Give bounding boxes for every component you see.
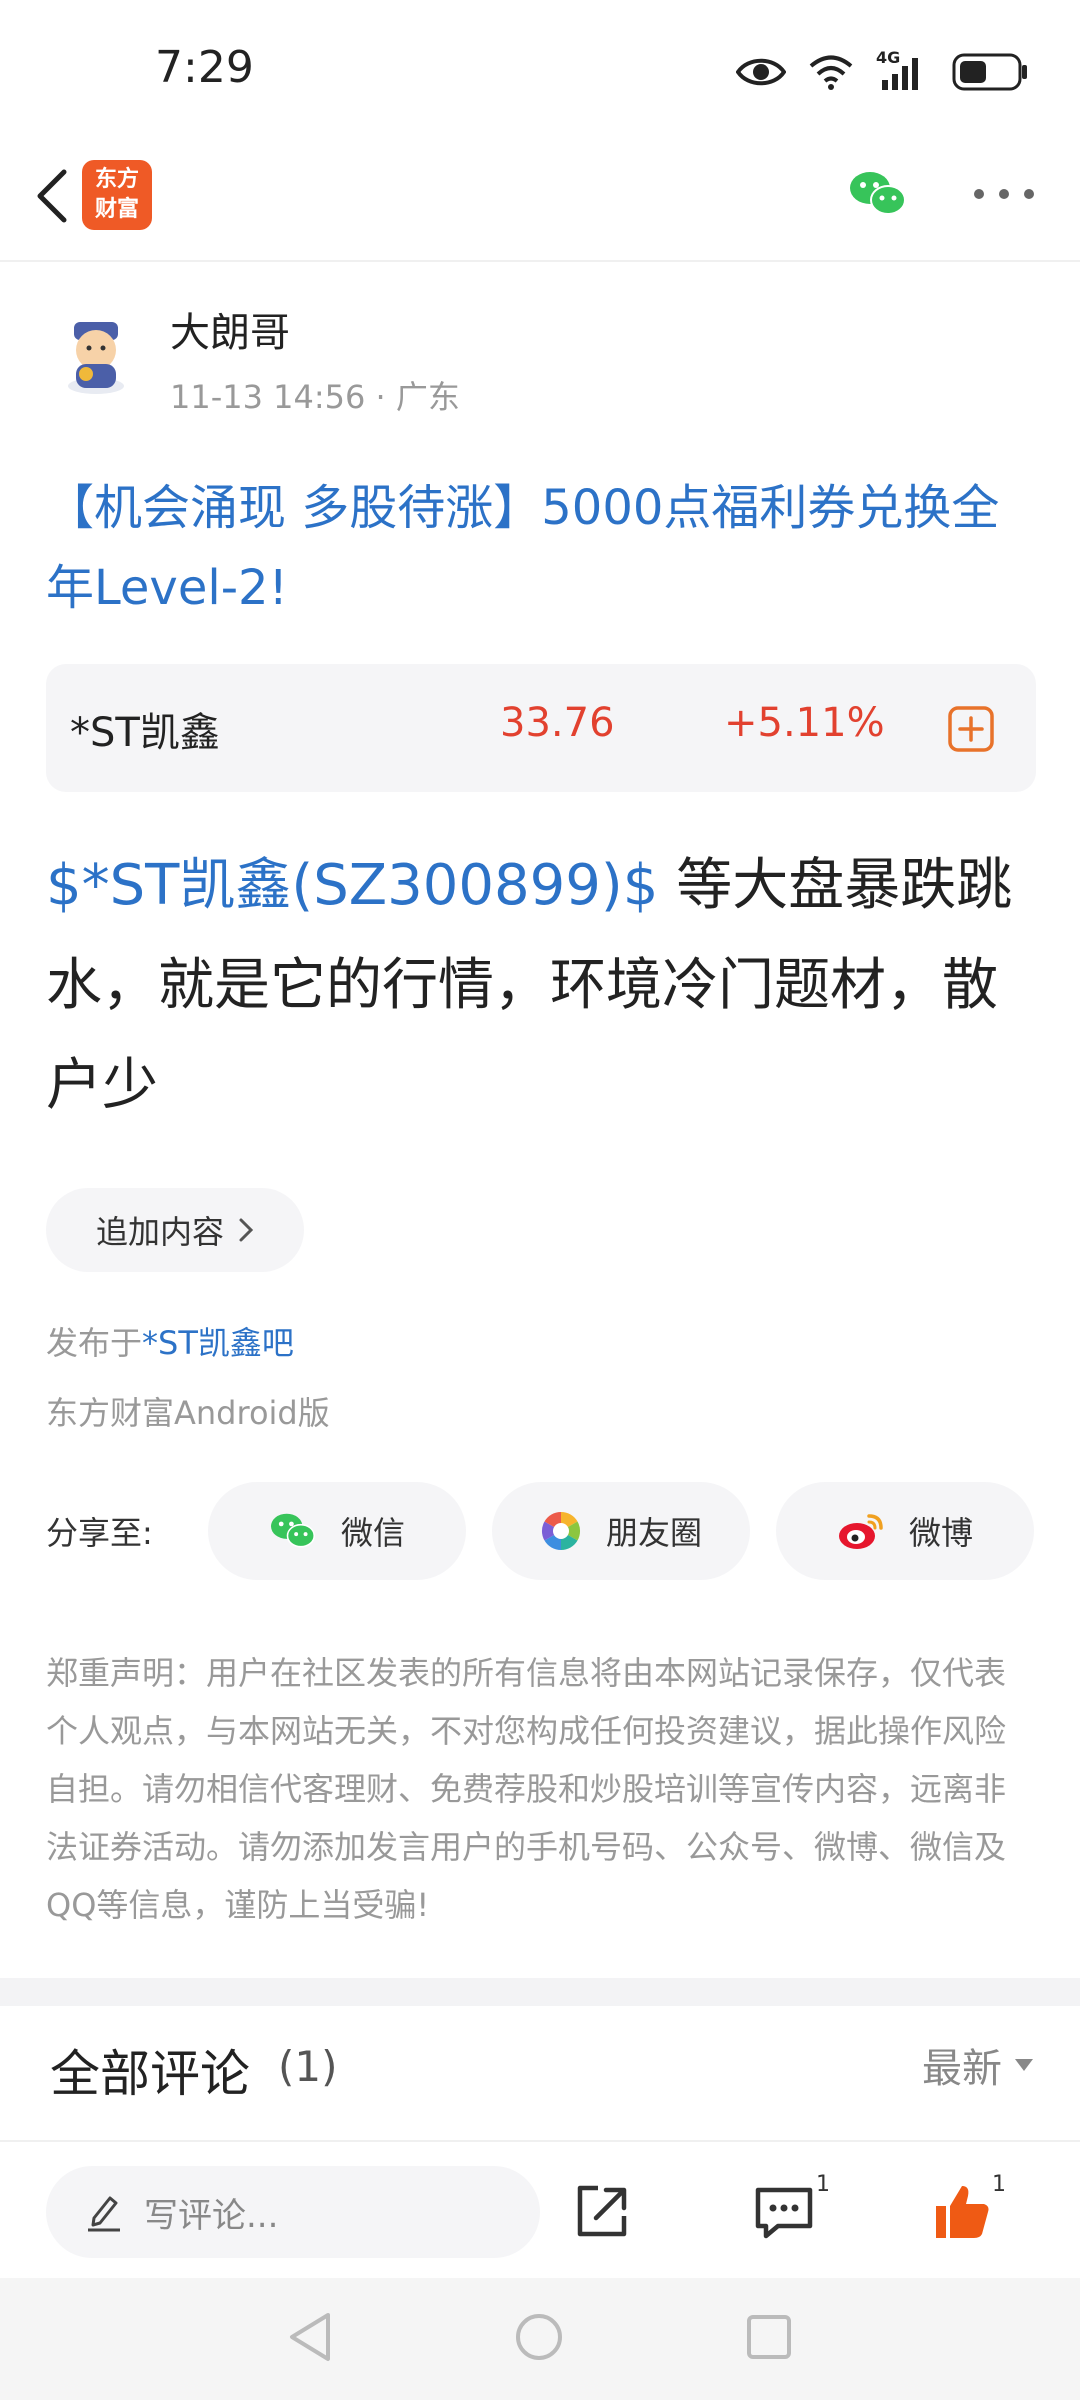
comments-title: 全部评论: [50, 2045, 250, 2103]
avatar[interactable]: [52, 308, 140, 396]
eye-icon: [736, 58, 786, 86]
comment-input[interactable]: 写评论...: [46, 2166, 540, 2258]
wechat-icon: [270, 1513, 315, 1548]
stock-price: 33.76: [500, 700, 615, 746]
weibo-icon: [838, 1514, 883, 1549]
published-client: 东方财富Android版: [46, 1394, 330, 1432]
comment-count-badge: 1: [816, 2172, 830, 2197]
comment-placeholder: 写评论...: [144, 2195, 279, 2236]
system-recents-icon[interactable]: [746, 2314, 792, 2364]
author-name[interactable]: 大朗哥: [170, 300, 290, 358]
section-divider: [0, 1978, 1080, 2006]
share-wechat-button[interactable]: 微信: [208, 1482, 466, 1580]
wifi-icon: [809, 55, 853, 90]
system-back-icon[interactable]: [288, 2312, 332, 2366]
published-in: 发布于*ST凯鑫吧: [46, 1324, 294, 1362]
stock-change: +5.11%: [724, 700, 885, 746]
post-meta: 11-13 14:56 · 广东: [170, 378, 460, 416]
wechat-share-icon[interactable]: [848, 166, 908, 222]
more-dots-icon[interactable]: [974, 188, 1034, 200]
signal-icon: 4G: [876, 48, 930, 92]
app-logo[interactable]: 东方 财富: [82, 160, 152, 230]
like-count-badge: 1: [992, 2172, 1006, 2197]
share-label: 分享至:: [46, 1514, 153, 1552]
share-weibo-button[interactable]: 微博: [776, 1482, 1034, 1580]
battery-icon: [952, 53, 1027, 91]
status-icons: 4G: [736, 44, 1030, 100]
comments-count: (1): [278, 2042, 338, 2091]
stock-name: *ST凯鑫: [70, 710, 220, 756]
caret-down-icon: [1015, 2059, 1033, 2071]
chevron-right-icon: [239, 1218, 254, 1242]
status-time: 7:29: [155, 42, 254, 93]
share-external-icon[interactable]: [570, 2180, 634, 2244]
sort-dropdown[interactable]: 最新: [922, 2036, 1034, 2094]
system-home-icon[interactable]: [514, 2312, 564, 2366]
moments-icon: [541, 1512, 581, 1550]
nav-bar: [0, 150, 1080, 262]
append-content-label: 追加内容: [95, 1213, 224, 1251]
stock-bar-link[interactable]: *ST凯鑫吧: [142, 1324, 294, 1362]
back-chevron-icon[interactable]: [22, 160, 82, 232]
sort-label: 最新: [922, 2046, 1002, 2092]
post-body: $*ST凯鑫(SZ300899)$ 等大盘暴跌跳水，就是它的行情，环境冷门题材，…: [46, 836, 1036, 1136]
comment-icon[interactable]: [752, 2180, 816, 2244]
disclaimer: 郑重声明：用户在社区发表的所有信息将由本网站记录保存，仅代表个人观点，与本网站无…: [46, 1654, 1007, 1924]
stock-tag-link[interactable]: $*ST凯鑫(SZ300899)$: [46, 853, 658, 918]
share-moments-button[interactable]: 朋友圈: [492, 1482, 750, 1580]
pencil-icon: [88, 2196, 120, 2232]
append-content-button[interactable]: 追加内容: [46, 1188, 304, 1272]
add-stock-icon[interactable]: [948, 706, 994, 752]
like-icon[interactable]: [930, 2180, 994, 2244]
post-title[interactable]: 【机会涌现 多股待涨】5000点福利券兑换全年Level-2!: [46, 468, 1036, 628]
